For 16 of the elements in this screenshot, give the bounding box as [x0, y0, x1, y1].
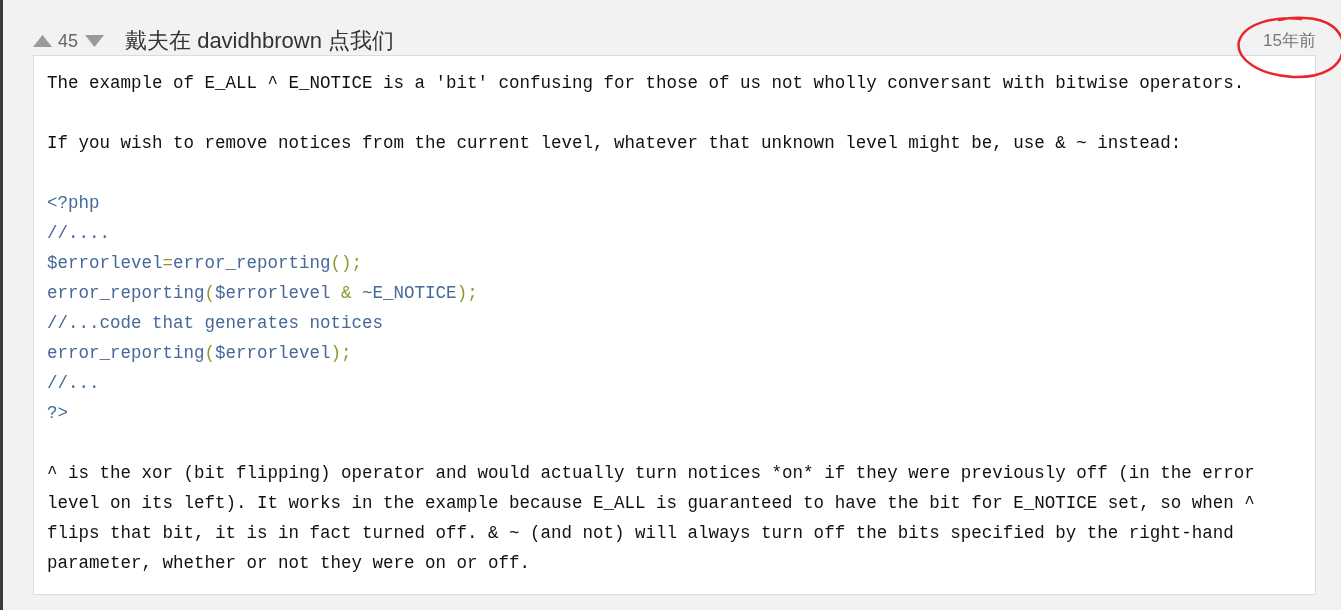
code-line: ?> — [47, 402, 68, 425]
code-line: <?php — [47, 192, 100, 215]
vote-count: 45 — [58, 29, 79, 52]
note-paragraph: The example of E_ALL ^ E_NOTICE is a 'bit' confusing for those of us not wholly conversant with bitwise operators. — [47, 72, 1246, 95]
code-line: error_reporting($errorlevel); — [47, 342, 352, 365]
code-line: //.... — [47, 222, 110, 245]
note-paragraph: ^ is the xor (bit flipping) operator and would actually turn notices *on* if they were previously off (in the error level on its left). It works in the example because E_ALL is guaranteed to have the bit for E_NOTICE set, so when ^ flips that bit, it is in fact turned off. & ~ (and not) will always turn off the bits specified by the right-hand parameter, whether or not they were on or off. — [47, 462, 1256, 575]
note-paragraph: If you wish to remove notices from the current level, whatever that unknown level might be, use & ~ instead: — [47, 132, 1183, 155]
up-triangle-icon[interactable] — [33, 34, 52, 47]
note-date: 15年前 — [1263, 29, 1316, 52]
note-author: 戴夫在 davidhbrown 点我们 — [125, 26, 394, 55]
code-line: //... — [47, 372, 100, 395]
code-line: error_reporting($errorlevel & ~E_NOTICE); — [47, 282, 478, 305]
code-line: //...code that generates notices — [47, 312, 384, 335]
code-line: $errorlevel=error_reporting(); — [47, 252, 363, 275]
down-triangle-icon[interactable] — [85, 34, 105, 47]
